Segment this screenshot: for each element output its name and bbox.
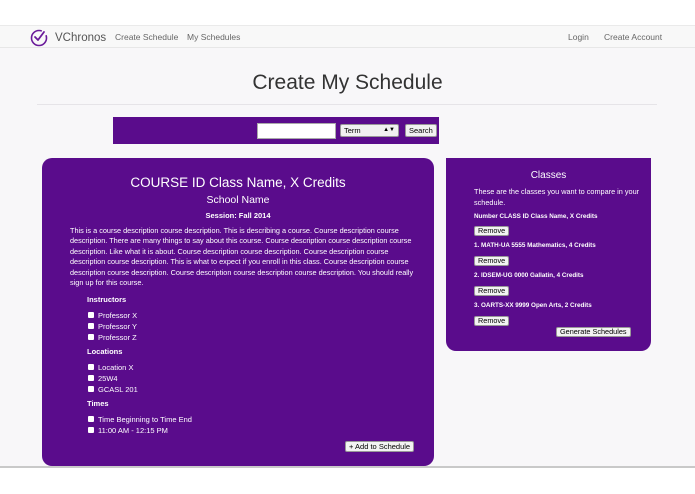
search-input[interactable] xyxy=(257,123,336,139)
checkbox[interactable] xyxy=(88,416,94,422)
page-title: Create My Schedule xyxy=(252,71,443,94)
location-option[interactable]: Location X xyxy=(88,362,133,372)
course-panel: COURSE ID Class Name, X Credits School N… xyxy=(42,158,434,466)
checkbox[interactable] xyxy=(88,375,94,381)
nav-my-schedules[interactable]: My Schedules xyxy=(187,26,240,49)
location-label: GCASL 201 xyxy=(98,384,138,394)
time-option[interactable]: 11:00 AM - 12:15 PM xyxy=(88,425,168,435)
course-session: Session: Fall 2014 xyxy=(205,211,271,220)
time-label: 11:00 AM - 12:15 PM xyxy=(98,425,168,435)
location-option[interactable]: 25W4 xyxy=(88,373,118,383)
instructor-label: Professor Y xyxy=(98,321,138,331)
term-select-value: Term xyxy=(344,126,361,135)
time-option[interactable]: Time Beginning to Time End xyxy=(88,414,192,424)
footer-divider xyxy=(0,466,695,468)
title-divider xyxy=(37,104,657,105)
location-label: Location X xyxy=(98,362,134,372)
select-arrows-icon: ▲▼ xyxy=(383,127,395,133)
time-label: Time Beginning to Time End xyxy=(98,414,192,424)
class-entry: 2. IDSEM-UG 0000 Gallatin, 4 Credits xyxy=(474,272,584,279)
search-bar: Term ▲▼ Search xyxy=(113,117,439,144)
add-to-schedule-button[interactable]: + Add to Schedule xyxy=(345,441,415,452)
instructor-option[interactable]: Professor X xyxy=(88,310,137,320)
remove-button[interactable]: Remove xyxy=(474,226,510,236)
checkbox[interactable] xyxy=(88,323,94,329)
remove-button[interactable]: Remove xyxy=(474,256,510,266)
clock-logo-icon xyxy=(30,29,48,46)
location-label: 25W4 xyxy=(98,373,118,383)
course-title: COURSE ID Class Name, X Credits xyxy=(130,175,346,190)
location-option[interactable]: GCASL 201 xyxy=(88,384,138,394)
checkbox[interactable] xyxy=(88,334,94,340)
checkbox[interactable] xyxy=(88,427,94,433)
classes-panel: Classes These are the classes you want t… xyxy=(446,158,651,351)
school-name: School Name xyxy=(206,194,270,206)
classes-title: Classes xyxy=(530,170,567,181)
instructor-label: Professor X xyxy=(98,310,138,320)
checkbox[interactable] xyxy=(88,364,94,370)
search-button[interactable]: Search xyxy=(405,124,437,137)
class-entry: Number CLASS ID Class Name, X Credits xyxy=(474,213,598,220)
remove-button[interactable]: Remove xyxy=(474,286,510,296)
instructor-option[interactable]: Professor Z xyxy=(88,332,137,342)
instructor-label: Professor Z xyxy=(98,332,137,342)
class-entry: 1. MATH-UA 5555 Mathematics, 4 Credits xyxy=(474,242,596,249)
instructors-label: Instructors xyxy=(87,295,127,304)
locations-label: Locations xyxy=(87,347,123,356)
remove-button[interactable]: Remove xyxy=(474,316,510,326)
classes-description: These are the classes you want to compar… xyxy=(474,187,640,207)
times-label: Times xyxy=(87,399,109,408)
instructor-option[interactable]: Professor Y xyxy=(88,321,137,331)
nav-create-account[interactable]: Create Account xyxy=(604,26,662,49)
brand-link[interactable]: VChronos xyxy=(29,26,106,49)
generate-schedules-button[interactable]: Generate Schedules xyxy=(556,327,631,337)
term-select[interactable]: Term ▲▼ xyxy=(340,124,399,137)
brand-name: VChronos xyxy=(55,31,107,44)
nav-create-schedule[interactable]: Create Schedule xyxy=(115,26,178,49)
course-description: This is a course description course desc… xyxy=(70,226,414,288)
checkbox[interactable] xyxy=(88,386,94,392)
class-entry: 3. OARTS-XX 9999 Open Arts, 2 Credits xyxy=(474,302,592,309)
checkbox[interactable] xyxy=(88,312,94,318)
nav-login[interactable]: Login xyxy=(568,26,589,49)
navbar: VChronos Create Schedule My Schedules Lo… xyxy=(0,25,695,48)
